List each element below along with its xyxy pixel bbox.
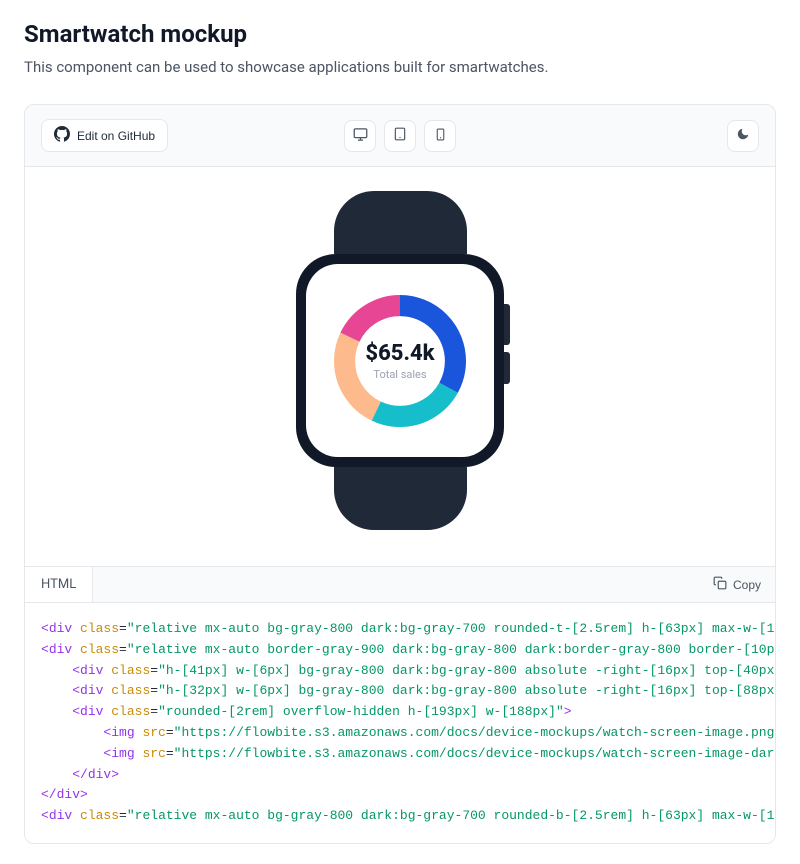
dark-mode-toggle[interactable]	[727, 120, 759, 152]
code-tab-html[interactable]: HTML	[25, 567, 93, 602]
smartwatch-mockup: $65.4k Total sales	[296, 191, 504, 530]
desktop-icon	[353, 127, 368, 145]
copy-button[interactable]: Copy	[699, 568, 775, 601]
github-icon	[54, 126, 70, 145]
watch-crown-bottom	[504, 352, 510, 384]
viewport-tablet-button[interactable]	[384, 120, 416, 152]
copy-label: Copy	[733, 578, 761, 592]
mobile-icon	[434, 128, 447, 144]
edit-on-github-button[interactable]: Edit on GitHub	[41, 119, 168, 152]
tablet-icon	[393, 127, 407, 144]
edit-button-label: Edit on GitHub	[77, 129, 155, 143]
toolbar: Edit on GitHub	[25, 105, 775, 167]
preview-area: $65.4k Total sales	[25, 167, 775, 566]
chart-center-value: $65.4k	[365, 341, 434, 366]
copy-icon	[713, 576, 727, 593]
watch-top-strap	[334, 191, 467, 254]
viewport-mobile-button[interactable]	[424, 120, 456, 152]
page-subtitle: This component can be used to showcase a…	[24, 58, 776, 76]
watch-screen: $65.4k Total sales	[306, 264, 494, 457]
component-card: Edit on GitHub	[24, 104, 776, 844]
viewport-desktop-button[interactable]	[344, 120, 376, 152]
watch-crown-top	[504, 304, 510, 345]
code-block: <div class="relative mx-auto bg-gray-800…	[25, 603, 775, 843]
watch-bottom-strap	[334, 467, 467, 530]
chart-center-label: Total sales	[373, 368, 426, 381]
page-title: Smartwatch mockup	[24, 20, 776, 48]
donut-chart: $65.4k Total sales	[326, 287, 474, 435]
watch-body: $65.4k Total sales	[296, 254, 504, 467]
code-header: HTML Copy	[25, 566, 775, 603]
moon-icon	[736, 127, 750, 144]
